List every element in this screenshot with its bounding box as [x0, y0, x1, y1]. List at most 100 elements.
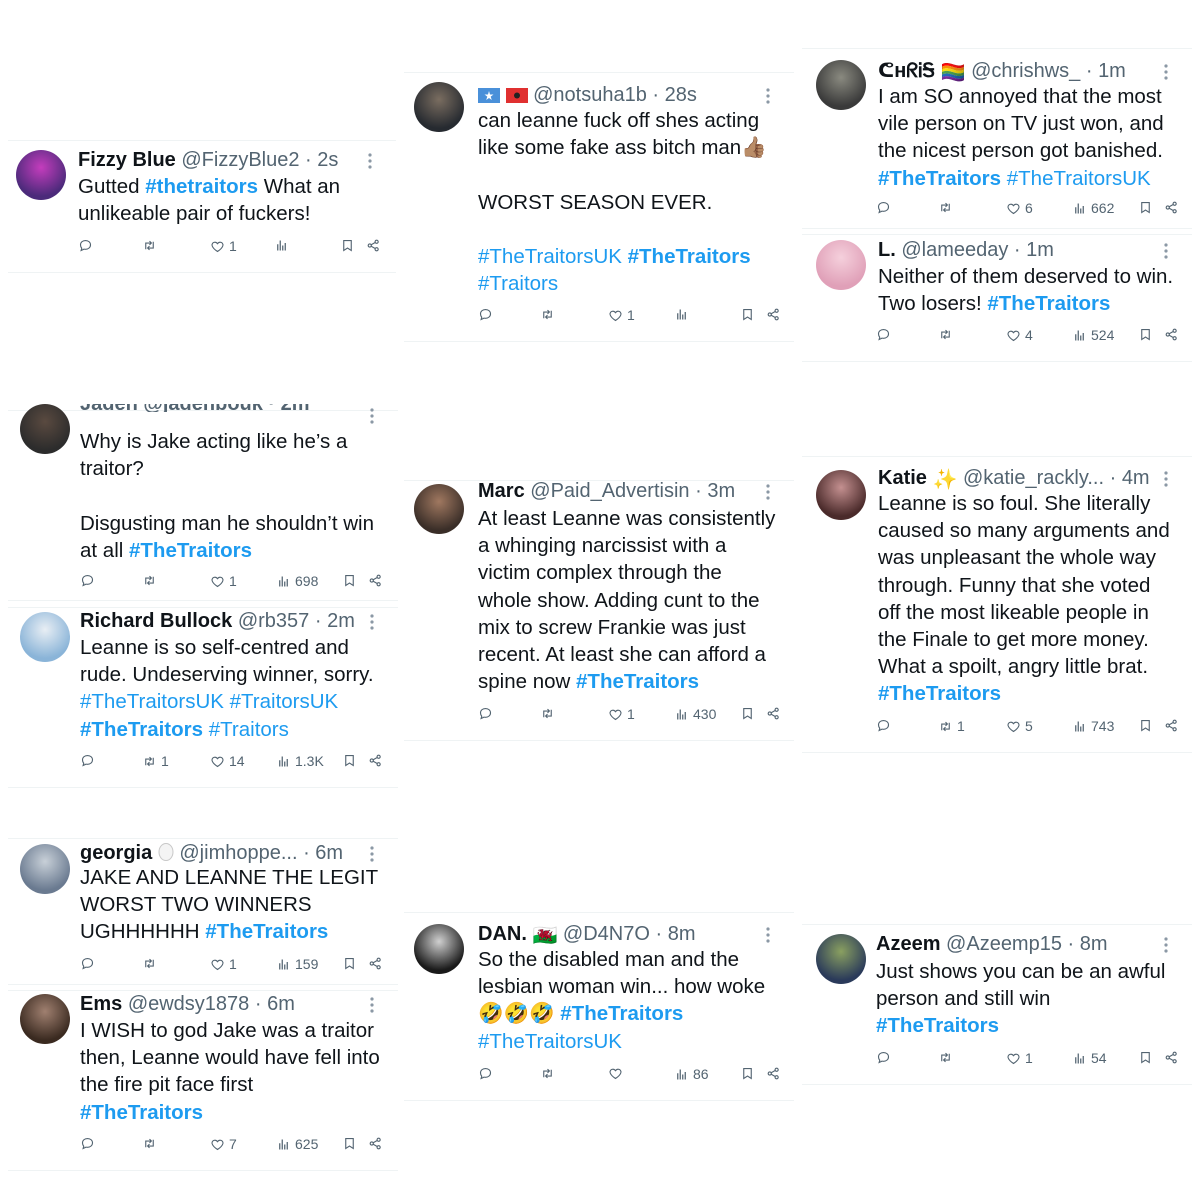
display-name[interactable]: ᕦʜᖇᎥᎦ: [878, 60, 935, 82]
hashtag-link[interactable]: #TraitorsUK: [230, 690, 339, 713]
bookmark-button[interactable]: [1138, 1050, 1153, 1065]
bookmark-button[interactable]: [342, 956, 357, 971]
hashtag-link[interactable]: #TheTraitors: [560, 1002, 683, 1025]
share-button[interactable]: [368, 753, 383, 768]
display-name[interactable]: Richard Bullock: [80, 610, 232, 632]
display-name[interactable]: L.: [878, 239, 896, 261]
reply-button[interactable]: [876, 200, 895, 215]
reply-button[interactable]: [80, 956, 99, 971]
hashtag-link[interactable]: #Traitors: [209, 718, 289, 741]
display-name[interactable]: DAN.: [478, 923, 527, 945]
avatar[interactable]: [816, 60, 866, 110]
timestamp[interactable]: 6m: [267, 993, 295, 1015]
hashtag-link[interactable]: #TheTraitors: [878, 167, 1001, 190]
share-button[interactable]: [766, 1066, 781, 1081]
hashtag-link[interactable]: #TheTraitorsUK: [1007, 167, 1151, 190]
more-icon[interactable]: [368, 845, 376, 863]
avatar[interactable]: [816, 240, 866, 290]
like-button[interactable]: 1: [608, 706, 635, 722]
timestamp[interactable]: 28s: [665, 84, 697, 106]
display-name[interactable]: georgia: [80, 842, 152, 864]
reply-button[interactable]: [876, 718, 895, 733]
avatar[interactable]: [414, 82, 464, 132]
hashtag-link[interactable]: #TheTraitors: [129, 539, 252, 562]
user-handle[interactable]: @Azeemp15: [946, 933, 1062, 955]
avatar[interactable]: [816, 934, 866, 984]
views-button[interactable]: 430: [674, 706, 716, 722]
bookmark-button[interactable]: [342, 573, 357, 588]
reply-button[interactable]: [478, 307, 497, 322]
views-button[interactable]: 159: [276, 956, 318, 972]
more-icon[interactable]: [764, 483, 772, 501]
hashtag-link[interactable]: #TheTraitors: [80, 718, 203, 741]
views-button[interactable]: 1.3K: [276, 753, 324, 769]
hashtag-link[interactable]: #TheTraitorsUK: [478, 245, 622, 268]
user-handle[interactable]: @notsuha1b: [533, 84, 647, 106]
like-button[interactable]: 1: [210, 573, 237, 589]
retweet-button[interactable]: [540, 307, 559, 322]
user-handle[interactable]: @jimhoppe...: [179, 842, 297, 864]
views-button[interactable]: 698: [276, 573, 318, 589]
avatar[interactable]: [20, 994, 70, 1044]
more-icon[interactable]: [1162, 242, 1170, 260]
tweet-card[interactable]: [8, 984, 398, 985]
timestamp[interactable]: 4m: [1122, 467, 1150, 489]
reply-button[interactable]: [478, 1066, 497, 1081]
bookmark-button[interactable]: [342, 1136, 357, 1151]
reply-button[interactable]: [876, 1050, 895, 1065]
retweet-button[interactable]: [938, 200, 957, 215]
views-button[interactable]: 86: [674, 1066, 709, 1082]
bookmark-button[interactable]: [740, 706, 755, 721]
timestamp[interactable]: 2s: [317, 149, 338, 171]
hashtag-link[interactable]: #TheTraitors: [987, 292, 1110, 315]
share-button[interactable]: [1164, 1050, 1179, 1065]
like-button[interactable]: 5: [1006, 718, 1033, 734]
more-icon[interactable]: [368, 613, 376, 631]
user-handle[interactable]: @lameeday: [901, 239, 1008, 261]
retweet-button[interactable]: [142, 1136, 161, 1151]
views-button[interactable]: 524: [1072, 327, 1114, 343]
timestamp[interactable]: 6m: [315, 842, 343, 864]
retweet-button[interactable]: [142, 573, 161, 588]
tweet-card[interactable]: [404, 912, 794, 913]
views-button[interactable]: 743: [1072, 718, 1114, 734]
share-button[interactable]: [766, 307, 781, 322]
bookmark-button[interactable]: [1138, 200, 1153, 215]
avatar[interactable]: [20, 404, 70, 454]
avatar[interactable]: [16, 150, 66, 200]
views-button[interactable]: 662: [1072, 200, 1114, 216]
more-icon[interactable]: [1162, 63, 1170, 81]
user-handle[interactable]: @chrishws_: [971, 60, 1080, 82]
avatar[interactable]: [414, 924, 464, 974]
like-button[interactable]: 1: [608, 307, 635, 323]
bookmark-button[interactable]: [740, 1066, 755, 1081]
hashtag-link[interactable]: #TheTraitors: [878, 682, 1001, 705]
user-handle[interactable]: @ewdsy1878: [128, 993, 249, 1015]
timestamp[interactable]: 1m: [1026, 239, 1054, 261]
hashtag-link[interactable]: #Traitors: [478, 272, 558, 295]
more-icon[interactable]: [368, 407, 376, 425]
hashtag-link[interactable]: #TheTraitorsUK: [80, 690, 224, 713]
timestamp[interactable]: 1m: [1098, 60, 1126, 82]
timestamp[interactable]: 3m: [707, 480, 735, 502]
avatar[interactable]: [816, 470, 866, 520]
tweet-card[interactable]: [802, 228, 1192, 229]
retweet-button[interactable]: [540, 1066, 559, 1081]
share-button[interactable]: [368, 573, 383, 588]
retweet-button[interactable]: 1: [142, 753, 169, 769]
more-icon[interactable]: [764, 87, 772, 105]
hashtag-link[interactable]: #TheTraitorsUK: [478, 1030, 622, 1053]
retweet-button[interactable]: [938, 1050, 957, 1065]
timestamp[interactable]: 8m: [668, 923, 696, 945]
tweet-card[interactable]: [8, 838, 398, 839]
like-button[interactable]: 7: [210, 1136, 237, 1152]
retweet-button[interactable]: 1: [938, 718, 965, 734]
hashtag-link[interactable]: #TheTraitors: [205, 920, 328, 943]
reply-button[interactable]: [478, 706, 497, 721]
share-button[interactable]: [368, 956, 383, 971]
user-handle[interactable]: @Paid_Advertisin: [530, 480, 689, 502]
share-button[interactable]: [1164, 327, 1179, 342]
reply-button[interactable]: [876, 327, 895, 342]
reply-button[interactable]: [80, 753, 99, 768]
hashtag-link[interactable]: #TheTraitors: [80, 1101, 203, 1124]
